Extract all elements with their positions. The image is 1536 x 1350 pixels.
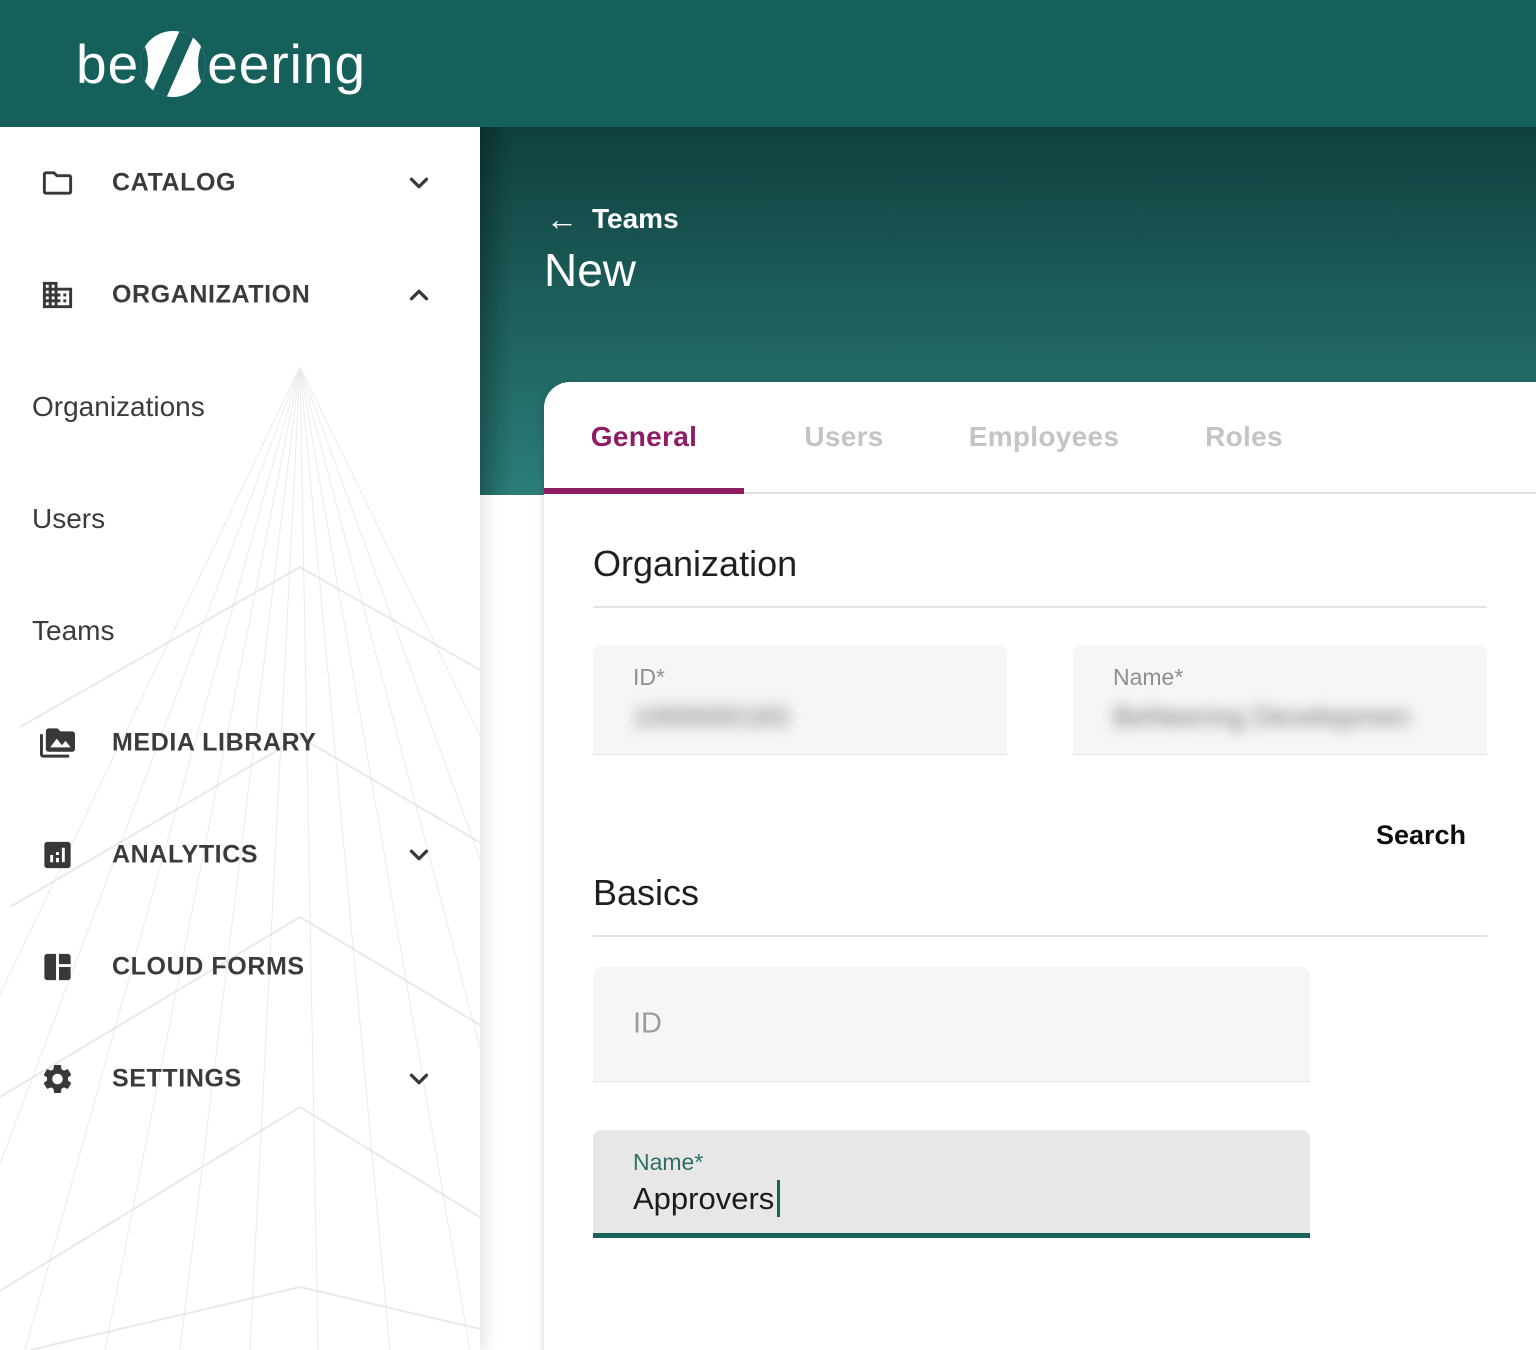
basics-section-heading: Basics — [593, 871, 699, 915]
sidebar-item-label: ANALYTICS — [112, 841, 258, 870]
sidebar-subitem-label: Organizations — [32, 391, 205, 423]
sidebar-item-media-library[interactable]: MEDIA LIBRARY — [0, 687, 480, 799]
organization-name-field[interactable]: Name* BeNeering Developmen — [1073, 645, 1487, 755]
sidebar-item-users[interactable]: Users — [0, 463, 480, 575]
basics-name-label: Name* — [633, 1149, 703, 1176]
back-arrow-icon: ← — [546, 203, 578, 235]
sidebar-menu: CATALOG ORGANIZATION Organizations Users — [0, 127, 480, 1135]
sidebar-subitem-label: Teams — [32, 615, 114, 647]
organization-id-label: ID* — [633, 664, 665, 691]
chevron-down-icon — [404, 1064, 434, 1094]
folder-icon — [40, 166, 75, 201]
analytics-icon — [40, 838, 75, 873]
chevron-up-icon — [404, 280, 434, 310]
basics-name-value: Approvers — [633, 1180, 780, 1217]
sidebar-nav: CATALOG ORGANIZATION Organizations Users — [0, 127, 480, 1350]
search-button[interactable]: Search — [1374, 814, 1468, 857]
tab-employees[interactable]: Employees — [944, 382, 1144, 492]
tab-roles[interactable]: Roles — [1144, 382, 1344, 492]
brand-logo-prefix: be — [76, 32, 139, 96]
tab-users[interactable]: Users — [744, 382, 944, 492]
page-title: New — [544, 243, 636, 297]
section-divider — [593, 606, 1487, 608]
app-window: be eering ← Teams New — [0, 0, 1536, 1350]
sidebar-item-label: CATALOG — [112, 169, 236, 198]
active-tab-indicator — [544, 488, 744, 494]
focus-underline — [593, 1233, 1310, 1238]
organization-section-heading: Organization — [593, 542, 797, 586]
sidebar-item-label: SETTINGS — [112, 1065, 242, 1094]
sidebar-item-teams[interactable]: Teams — [0, 575, 480, 687]
sidebar-item-settings[interactable]: SETTINGS — [0, 1023, 480, 1135]
organization-id-field[interactable]: ID* 1000000183 — [593, 645, 1007, 755]
top-app-bar: be eering — [0, 0, 1536, 127]
section-divider — [593, 935, 1487, 937]
basics-id-placeholder: ID — [633, 1008, 662, 1041]
gear-icon — [40, 1062, 75, 1097]
organization-name-label: Name* — [1113, 664, 1183, 691]
tab-bar: General Users Employees Roles — [544, 382, 1536, 494]
tab-general[interactable]: General — [544, 382, 744, 492]
brand-logo-suffix: eering — [207, 32, 366, 96]
breadcrumb-label: Teams — [592, 203, 679, 235]
chevron-down-icon — [404, 840, 434, 870]
breadcrumb-back-teams[interactable]: ← Teams — [546, 203, 679, 235]
brand-n-icon — [140, 31, 206, 97]
organization-id-value: 1000000183 — [633, 701, 789, 733]
sidebar-item-analytics[interactable]: ANALYTICS — [0, 799, 480, 911]
sidebar-item-cloud-forms[interactable]: CLOUD FORMS — [0, 911, 480, 1023]
basics-id-field[interactable]: ID — [593, 967, 1310, 1082]
media-library-icon — [40, 726, 75, 761]
brand-logo[interactable]: be eering — [76, 31, 366, 97]
sidebar-item-label: CLOUD FORMS — [112, 953, 305, 982]
sidebar-item-organization[interactable]: ORGANIZATION — [0, 239, 480, 351]
sidebar-item-organizations[interactable]: Organizations — [0, 351, 480, 463]
sidebar-item-catalog[interactable]: CATALOG — [0, 127, 480, 239]
cloud-forms-icon — [40, 950, 75, 985]
sidebar-item-label: ORGANIZATION — [112, 281, 310, 310]
content-card: General Users Employees Roles Organizati… — [544, 382, 1536, 1350]
building-icon — [40, 278, 75, 313]
sidebar-item-label: MEDIA LIBRARY — [112, 729, 317, 758]
organization-name-value: BeNeering Developmen — [1113, 701, 1410, 733]
basics-name-field[interactable]: Name* Approvers — [593, 1130, 1310, 1238]
text-cursor — [777, 1180, 780, 1217]
sidebar-subitem-label: Users — [32, 503, 105, 535]
chevron-down-icon — [404, 168, 434, 198]
